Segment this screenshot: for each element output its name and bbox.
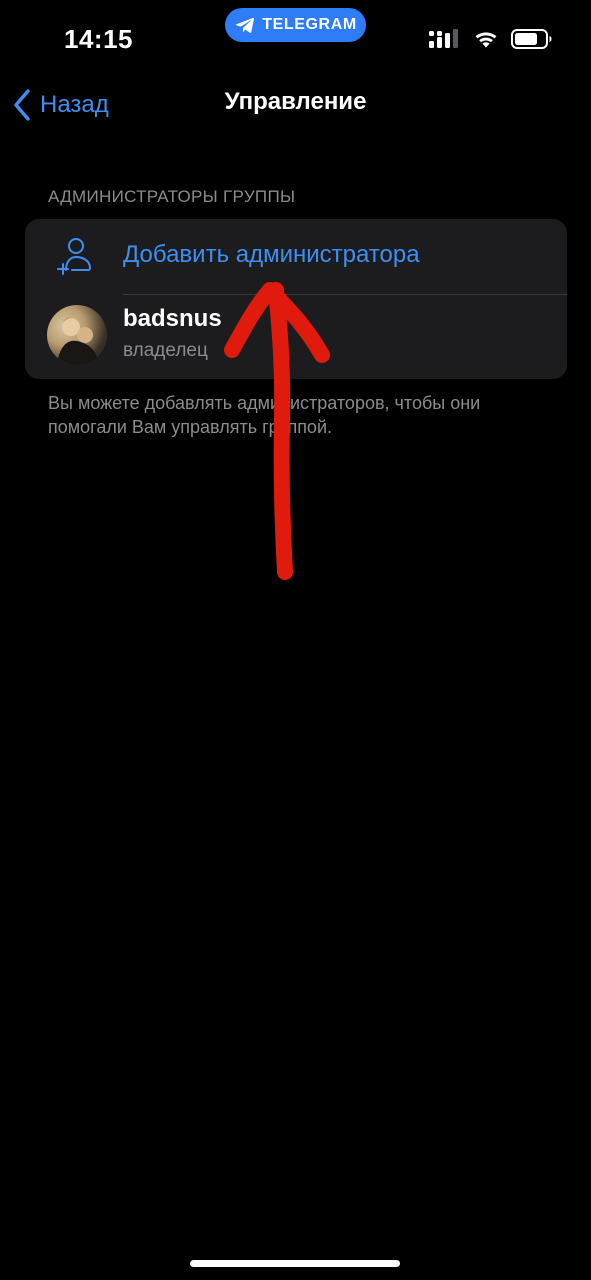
battery-icon bbox=[511, 29, 552, 49]
telegram-pill[interactable]: TELEGRAM bbox=[225, 8, 366, 42]
avatar-photo bbox=[57, 316, 99, 365]
admin-name: badsnus bbox=[123, 305, 222, 332]
admin-role: владелец bbox=[123, 340, 208, 361]
status-icons bbox=[429, 28, 553, 50]
add-admin-label: Добавить администратора bbox=[123, 241, 420, 268]
wifi-icon bbox=[475, 32, 497, 48]
admins-card: Добавить администратора badsnus владелец bbox=[25, 219, 567, 379]
section-footer: Вы можете добавлять администраторов, что… bbox=[48, 393, 481, 437]
admin-row[interactable]: badsnus владелец bbox=[25, 295, 567, 379]
telegram-pill-label: TELEGRAM bbox=[262, 16, 357, 33]
add-user-icon bbox=[57, 238, 92, 275]
signal-icon bbox=[429, 29, 458, 48]
add-admin-button[interactable]: Добавить администратора bbox=[25, 219, 567, 295]
status-time: 14:15 bbox=[64, 24, 133, 54]
section-header: АДМИНИСТРАТОРЫ ГРУППЫ bbox=[48, 187, 296, 206]
home-indicator bbox=[190, 1260, 400, 1267]
telegram-icon bbox=[236, 17, 255, 33]
page-title: Управление bbox=[224, 88, 367, 115]
avatar bbox=[47, 305, 107, 365]
